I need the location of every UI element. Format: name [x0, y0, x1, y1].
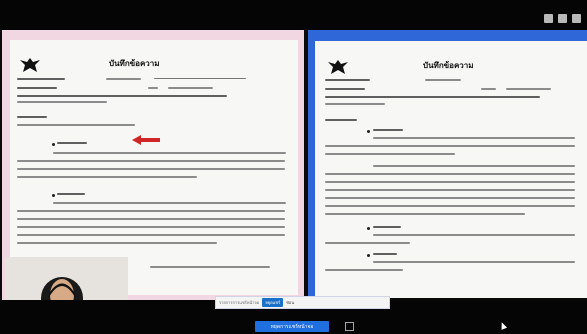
garuda-emblem-icon — [20, 58, 40, 72]
document-title: บันทึกข้อความ — [423, 61, 474, 70]
garuda-emblem-icon — [328, 60, 348, 74]
settings-icon[interactable] — [572, 14, 581, 23]
right-document-page: บันทึกข้อความ — [315, 41, 587, 298]
square-icon[interactable] — [345, 322, 354, 331]
taskbar-share-button[interactable]: หยุดการแชร์หน้าจอ — [255, 321, 329, 332]
screen-share-toolbar: รายการการแชร์หน้าจอ หยุดแชร์ ซ่อน — [215, 296, 390, 309]
share-message: รายการการแชร์หน้าจอ — [219, 300, 260, 305]
red-arrow-icon — [132, 135, 160, 145]
document-title: บันทึกข้อความ — [109, 59, 160, 68]
stop-share-button[interactable]: หยุดแชร์ — [262, 298, 284, 307]
top-icons — [544, 14, 581, 23]
top-bar — [0, 0, 587, 30]
window-icon[interactable] — [544, 14, 553, 23]
share-icon[interactable] — [558, 14, 567, 23]
hide-button[interactable]: ซ่อน — [286, 299, 294, 306]
